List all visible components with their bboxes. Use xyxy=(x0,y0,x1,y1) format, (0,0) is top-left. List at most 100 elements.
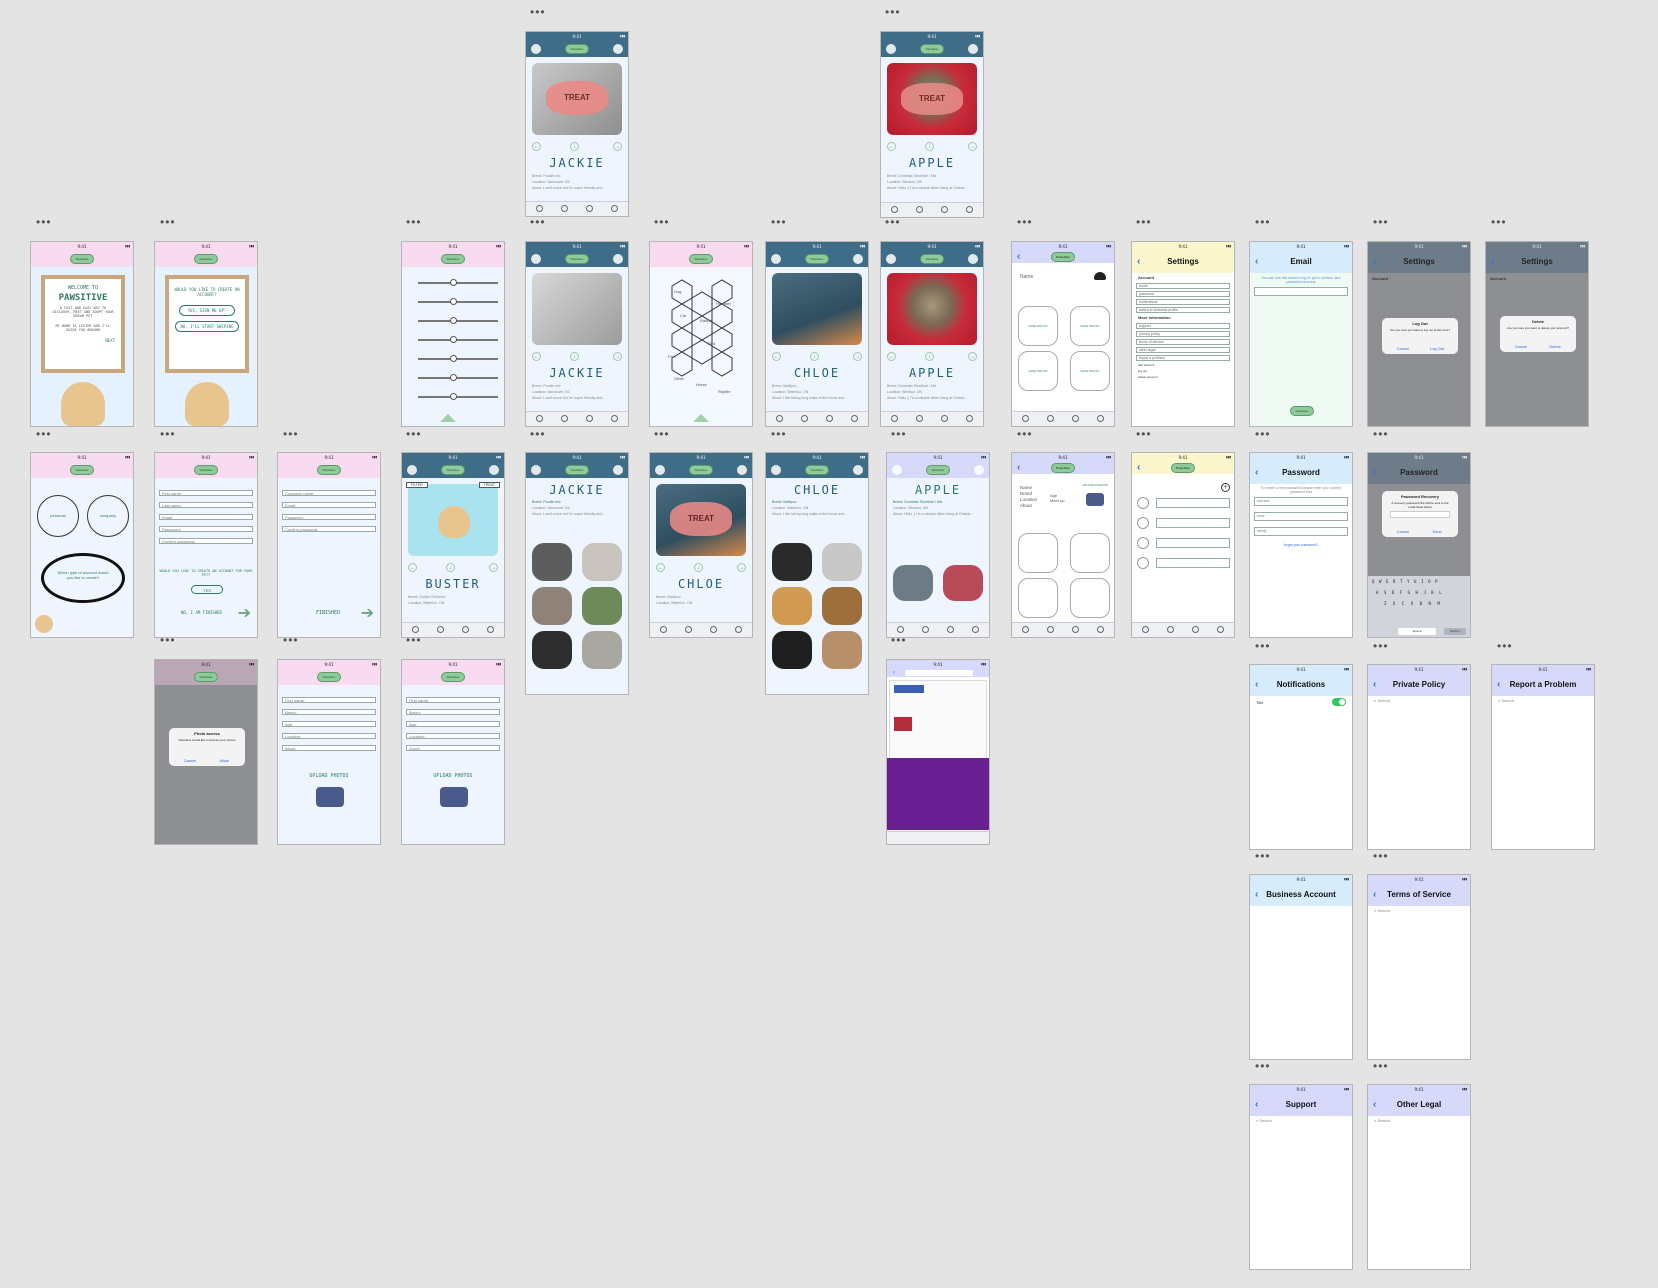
save-photo-slot[interactable]: SAVE PHOTO xyxy=(1070,306,1110,346)
gallery-photo[interactable] xyxy=(532,543,572,581)
pet-about-field[interactable]: About: xyxy=(282,745,376,751)
pet-location-field[interactable]: Location: xyxy=(282,733,376,739)
back-chevron-icon[interactable]: ‹ xyxy=(893,669,895,677)
search-bar[interactable]: ⌕ Search xyxy=(1256,1118,1346,1124)
log-out-link[interactable]: log out xyxy=(1136,369,1230,373)
photo-slot[interactable] xyxy=(1018,578,1058,618)
frame-menu-dots[interactable]: ••• xyxy=(1255,640,1271,652)
slider-thumb[interactable] xyxy=(450,355,457,362)
home-tab-icon[interactable] xyxy=(1022,415,1029,422)
upload-photos-label[interactable]: UPLOAD PHOTOS xyxy=(402,773,504,779)
chat-tab-icon[interactable] xyxy=(710,626,717,633)
frame-menu-dots[interactable]: ••• xyxy=(885,216,901,228)
profile-icon[interactable] xyxy=(853,254,863,264)
frame-menu-dots[interactable]: ••• xyxy=(36,216,52,228)
home-tab-icon[interactable] xyxy=(1022,626,1029,633)
email-field[interactable]: Email: xyxy=(159,514,253,520)
chat-tab-icon[interactable] xyxy=(1192,626,1199,633)
user-tab-icon[interactable] xyxy=(966,206,973,213)
filter-icon[interactable] xyxy=(771,254,781,264)
left-arrow-icon[interactable]: ← xyxy=(656,563,665,572)
profile-icon[interactable] xyxy=(489,465,499,475)
finished-button[interactable]: NO, I AM FINISHED xyxy=(181,610,222,615)
right-arrow-icon[interactable]: → xyxy=(737,563,746,572)
frame-menu-dots[interactable]: ••• xyxy=(1497,640,1513,652)
home-tab-icon[interactable] xyxy=(891,415,898,422)
category-cat[interactable]: Cat xyxy=(680,313,686,318)
settings-item-privacy[interactable]: privacy policy xyxy=(1136,331,1230,337)
frame-menu-dots[interactable]: ••• xyxy=(1255,428,1271,440)
settings-item-other-legal[interactable]: other legal xyxy=(1136,347,1230,353)
pet-age-field[interactable]: Age: xyxy=(406,721,500,727)
camera-icon[interactable] xyxy=(440,787,468,807)
settings-item-password[interactable]: password xyxy=(1136,291,1230,297)
allow-button[interactable]: Allow xyxy=(207,758,241,763)
back-chevron-icon[interactable]: ‹ xyxy=(1255,674,1258,696)
frame-menu-dots[interactable]: ••• xyxy=(1373,1060,1389,1072)
frame-menu-dots[interactable]: ••• xyxy=(36,428,52,440)
category-hamster[interactable]: Hamster xyxy=(716,301,731,306)
save-photo-slot[interactable]: SAVE PHOTO xyxy=(1018,351,1058,391)
home-tab-icon[interactable] xyxy=(891,206,898,213)
settings-tab-icon[interactable] xyxy=(1047,415,1054,422)
back-chevron-icon[interactable]: ‹ xyxy=(1373,674,1376,696)
back-chevron-icon[interactable]: ‹ xyxy=(1255,462,1258,484)
gallery-photo[interactable] xyxy=(822,631,862,669)
slider-thumb[interactable] xyxy=(450,298,457,305)
frame-menu-dots[interactable]: ••• xyxy=(530,216,546,228)
collapse-up-arrow-icon[interactable] xyxy=(693,414,709,422)
right-arrow-icon[interactable]: → xyxy=(968,352,977,361)
confirm-password-field[interactable]: Confirm password: xyxy=(159,538,253,544)
pet-photo[interactable] xyxy=(887,273,977,345)
cancel-button[interactable]: Cancel xyxy=(173,758,207,763)
left-arrow-icon[interactable]: ← xyxy=(408,563,417,572)
search-bar[interactable]: ⌕ Search xyxy=(1374,1118,1464,1124)
pet-photo[interactable]: TREAT xyxy=(656,484,746,556)
frame-menu-dots[interactable]: ••• xyxy=(1491,216,1507,228)
frame-menu-dots[interactable]: ••• xyxy=(530,428,546,440)
next-arrow-icon[interactable]: ➔ xyxy=(361,606,374,622)
frame-menu-dots[interactable]: ••• xyxy=(654,428,670,440)
frame-menu-dots[interactable]: ••• xyxy=(891,634,907,646)
url-bar[interactable] xyxy=(905,670,973,676)
settings-tab-icon[interactable] xyxy=(801,415,808,422)
collapse-up-arrow-icon[interactable] xyxy=(440,414,456,422)
filter-icon[interactable] xyxy=(655,465,665,475)
delete-button[interactable]: Delete xyxy=(1538,344,1572,349)
settings-tab-icon[interactable] xyxy=(561,415,568,422)
profile-icon[interactable] xyxy=(737,465,747,475)
message-preview[interactable] xyxy=(1156,498,1230,508)
verify-password-field[interactable]: verify xyxy=(1254,527,1348,536)
frame-menu-dots[interactable]: ••• xyxy=(406,634,422,646)
settings-tab-icon[interactable] xyxy=(916,206,923,213)
home-tab-icon[interactable] xyxy=(776,415,783,422)
pet-age-field[interactable]: Age: xyxy=(282,721,376,727)
frame-menu-dots[interactable]: ••• xyxy=(771,428,787,440)
sign-up-button[interactable]: YES, SIGN ME UP! xyxy=(179,305,235,316)
filter-icon[interactable] xyxy=(531,44,541,54)
chat-tab-icon[interactable] xyxy=(1072,626,1079,633)
recovery-email-input[interactable] xyxy=(1390,511,1450,518)
back-chevron-icon[interactable]: ‹ xyxy=(1255,1094,1258,1116)
message-preview[interactable] xyxy=(1156,558,1230,568)
pet-breed-field[interactable]: Breed: xyxy=(406,709,500,715)
next-button[interactable]: NEXT xyxy=(45,338,121,343)
add-account-link[interactable]: add account xyxy=(1136,363,1230,367)
upload-photos-label[interactable]: UPLOAD PHOTOS xyxy=(1082,483,1108,487)
filter-icon[interactable] xyxy=(886,254,896,264)
settings-item-business[interactable]: switch to business profile xyxy=(1136,307,1230,313)
slider-track[interactable] xyxy=(418,393,498,400)
chat-tab-icon[interactable] xyxy=(826,415,833,422)
frame-menu-dots[interactable]: ••• xyxy=(406,428,422,440)
cancel-button[interactable]: Cancel xyxy=(1504,344,1538,349)
profile-icon[interactable] xyxy=(968,44,978,54)
search-bar[interactable]: ⌕ Search xyxy=(1374,908,1464,914)
camera-icon[interactable] xyxy=(1086,493,1104,506)
home-tab-icon[interactable] xyxy=(536,205,543,212)
pet-photo[interactable] xyxy=(532,273,622,345)
down-arrow-icon[interactable]: ↓ xyxy=(694,563,703,572)
left-arrow-icon[interactable]: ← xyxy=(532,352,541,361)
right-arrow-icon[interactable]: → xyxy=(853,352,862,361)
pet-location-field[interactable]: Location: xyxy=(406,733,500,739)
new-password-field[interactable]: new xyxy=(1254,512,1348,521)
